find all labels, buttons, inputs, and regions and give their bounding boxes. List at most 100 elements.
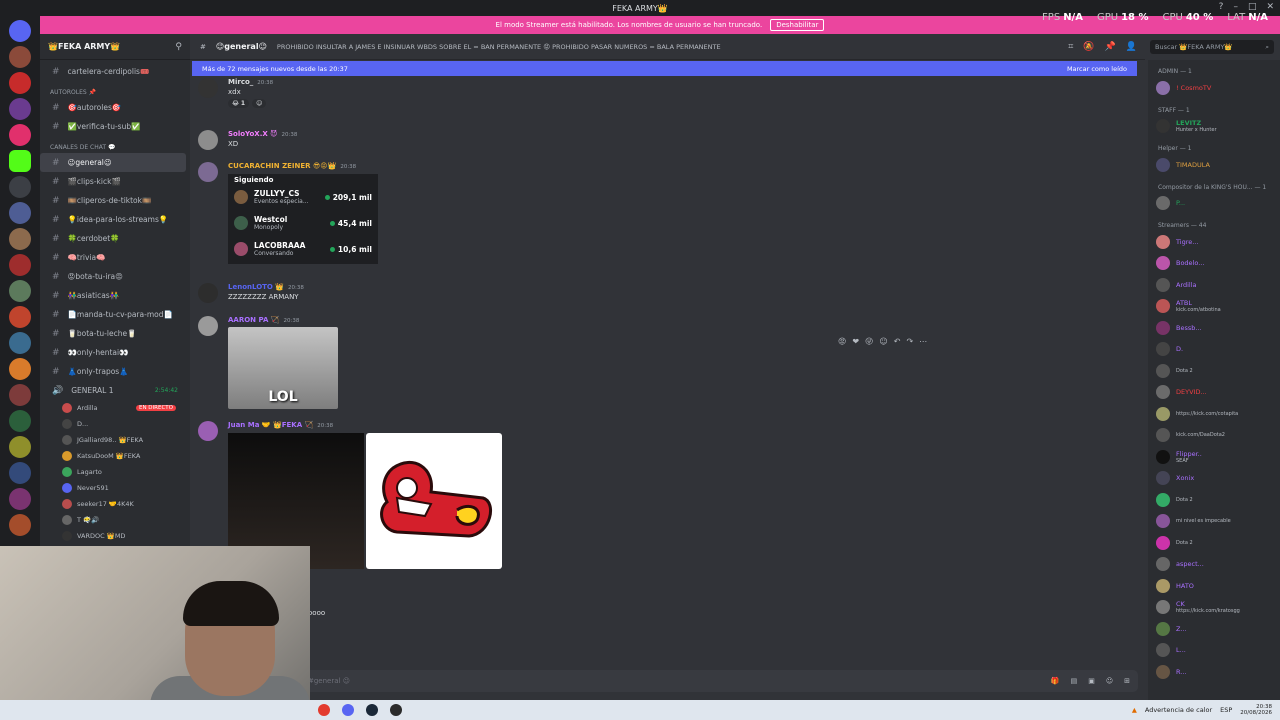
channel-item[interactable]: # 🍀cerdobet🍀 — [40, 229, 190, 248]
forward-icon[interactable]: ↷ — [906, 337, 913, 346]
member[interactable]: ! CosmoTV — [1148, 77, 1280, 99]
help-icon[interactable]: ? — [1219, 2, 1224, 12]
member[interactable]: Dota 2 — [1148, 532, 1280, 554]
channel-item[interactable]: # 👫asiaticas👫 — [40, 286, 190, 305]
server-icon[interactable] — [9, 202, 31, 224]
server-icon[interactable] — [9, 124, 31, 146]
member[interactable]: D. — [1148, 339, 1280, 361]
avatar[interactable] — [198, 421, 218, 441]
channel-item[interactable]: # 🎬clips-kick🎬 — [40, 172, 190, 191]
voice-user[interactable]: JGalliard98.. 👑FEKA — [40, 432, 190, 448]
add-reaction-icon[interactable]: ☺ — [879, 337, 887, 346]
member[interactable]: Dota 2 — [1148, 489, 1280, 511]
member[interactable]: aspect... — [1148, 554, 1280, 576]
message-input[interactable]: #general 😉 🎁 ▤ ▣ ☺ ⊞ — [300, 670, 1138, 692]
avatar[interactable] — [198, 78, 218, 98]
emoji-icon[interactable]: ☺ — [1106, 677, 1113, 685]
embed-row[interactable]: LACOBRAAA Conversando 10,6 mil — [234, 236, 372, 262]
search-box[interactable]: Buscar 👑FEKA ARMY👑 ⌕ — [1150, 40, 1274, 54]
message-author[interactable]: LenonLOTO 👑 20:38 — [228, 283, 304, 291]
avatar[interactable] — [198, 162, 218, 182]
reaction-icon[interactable]: 😡 — [838, 337, 846, 346]
heat-warning-icon[interactable]: ▲ — [1132, 706, 1137, 714]
server-icon[interactable] — [9, 358, 31, 380]
following-embed[interactable]: Siguiendo ZULLYY_CS Eventos especia... 209… — [228, 174, 378, 264]
category-autoroles[interactable]: AUTOROLES 📌 — [40, 81, 190, 98]
channel-item[interactable]: # 💡idea-para-los-streams💡 — [40, 210, 190, 229]
voice-user[interactable]: Never591 — [40, 480, 190, 496]
mute-icon[interactable]: 🔕 — [1083, 42, 1094, 52]
reaction-icon[interactable]: ❤ — [852, 337, 859, 346]
server-icon[interactable] — [9, 306, 31, 328]
member[interactable]: L... — [1148, 640, 1280, 662]
channel-verifica[interactable]: # ✅verifica-tu-sub✅ — [40, 117, 190, 136]
server-icon[interactable] — [9, 46, 31, 68]
embed-row[interactable]: Westcol Monopoly 45,4 mil — [234, 210, 372, 236]
reply-icon[interactable]: ↶ — [894, 337, 901, 346]
channel-general[interactable]: # 😉general😉 — [40, 153, 186, 172]
member[interactable]: Bessb... — [1148, 317, 1280, 339]
close-button[interactable]: ✕ — [1266, 2, 1274, 12]
add-reaction-icon[interactable]: ☺ — [252, 99, 267, 108]
minimize-button[interactable]: – — [1233, 2, 1238, 12]
voice-user[interactable]: VARDOC 👑MD — [40, 528, 190, 544]
avatar[interactable] — [198, 283, 218, 303]
message-author[interactable]: Mirco_ 20:38 — [228, 78, 273, 86]
voice-user[interactable]: D... — [40, 416, 190, 432]
member[interactable]: R... — [1148, 661, 1280, 683]
avatar[interactable] — [198, 130, 218, 150]
channel-item[interactable]: # 👀only-hentai👀 — [40, 343, 190, 362]
steam-icon[interactable] — [366, 704, 378, 716]
channel-item[interactable]: # 🧠trivia🧠 — [40, 248, 190, 267]
member[interactable]: Bodelo... — [1148, 253, 1280, 275]
discord-home-icon[interactable] — [9, 20, 31, 42]
member[interactable]: Dota 2 — [1148, 360, 1280, 382]
threads-icon[interactable]: ⌗ — [1068, 42, 1073, 52]
server-icon[interactable] — [9, 228, 31, 250]
member[interactable]: Tigre... — [1148, 231, 1280, 253]
voice-user[interactable]: Ardilla EN DIRECTO — [40, 400, 190, 416]
server-icon[interactable] — [9, 410, 31, 432]
member[interactable]: mi nivel es impecable — [1148, 511, 1280, 533]
server-icon[interactable] — [9, 384, 31, 406]
channel-cartelera[interactable]: # cartelera-cerdipolis🎟️ — [40, 62, 190, 81]
apps-icon[interactable]: ⊞ — [1124, 677, 1130, 685]
member[interactable]: https://kick.com/cotapita — [1148, 403, 1280, 425]
member[interactable]: LEVITZ Hunter x Hunter — [1148, 116, 1280, 138]
logo-attachment[interactable] — [366, 433, 502, 569]
voice-channel-general[interactable]: 🔊 GENERAL 1 2:54:42 — [40, 381, 190, 400]
member[interactable]: P... — [1148, 193, 1280, 215]
mark-as-read-button[interactable]: Marcar como leído — [1067, 65, 1127, 73]
member[interactable]: DEYVID... — [1148, 382, 1280, 404]
avatar[interactable] — [198, 316, 218, 336]
server-icon[interactable] — [9, 488, 31, 510]
maximize-button[interactable]: □ — [1248, 2, 1257, 12]
member[interactable]: Z... — [1148, 618, 1280, 640]
sticker-icon[interactable]: ▣ — [1088, 677, 1095, 685]
reaction-icon[interactable]: 😜 — [865, 337, 873, 346]
server-icon[interactable] — [9, 72, 31, 94]
member-list-icon[interactable]: 👤 — [1126, 42, 1137, 52]
channel-item[interactable]: # 📄manda-tu-cv-para-mod📄 — [40, 305, 190, 324]
server-name-header[interactable]: 👑FEKA ARMY👑 ⚲ — [40, 34, 190, 60]
more-icon[interactable]: ⋯ — [919, 337, 927, 346]
message-author[interactable]: AARON PA 🏹 20:38 — [228, 316, 338, 324]
server-icon[interactable] — [9, 436, 31, 458]
lol-image[interactable]: LOL — [228, 327, 338, 409]
server-icon[interactable] — [9, 332, 31, 354]
reaction-button[interactable]: 😂 1 — [228, 99, 250, 108]
language-indicator[interactable]: ESP — [1220, 706, 1232, 714]
clock[interactable]: 20:38 20/08/2026 — [1240, 704, 1272, 716]
message-author[interactable]: Juan Ma 🤝 👑FEKA 🏹 20:38 — [228, 421, 502, 429]
add-member-icon[interactable]: ⚲ — [175, 42, 182, 52]
discord-icon[interactable] — [342, 704, 354, 716]
channel-item[interactable]: # 🥛bota-tu-leche🥛 — [40, 324, 190, 343]
kick-server-icon[interactable] — [9, 150, 31, 172]
message-author[interactable]: SoloYoX.X 😈 20:38 — [228, 130, 297, 138]
weather-text[interactable]: Advertencia de calor — [1145, 706, 1212, 714]
member[interactable]: ATBL kick.com/atbotina — [1148, 296, 1280, 318]
pin-icon[interactable]: 📌 — [1105, 42, 1116, 52]
category-canales-de-chat[interactable]: CANALES DE CHAT 💬 — [40, 136, 190, 153]
channel-item[interactable]: # 🎞️cliperos-de-tiktok🎞️ — [40, 191, 190, 210]
voice-user[interactable]: T 😶‍🌫️🔊 — [40, 512, 190, 528]
